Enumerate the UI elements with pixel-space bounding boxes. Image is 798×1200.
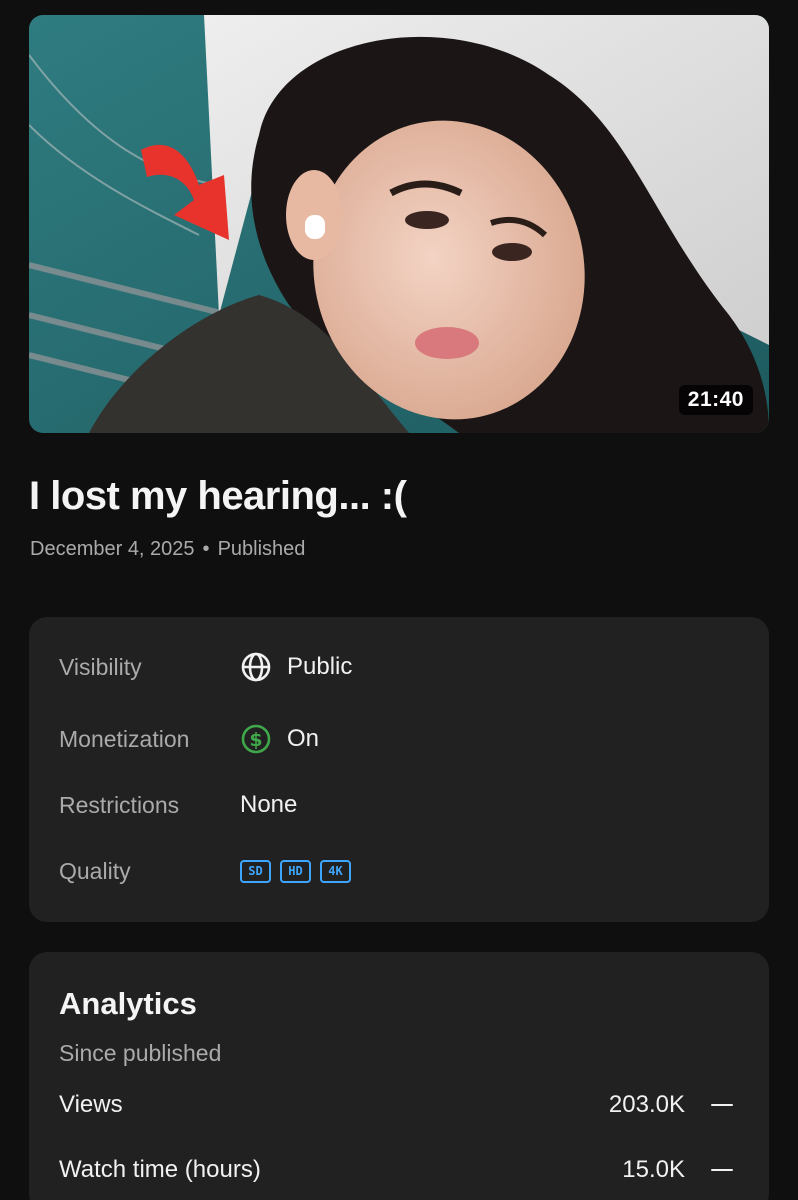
metric-name: Watch time (hours) bbox=[59, 1156, 261, 1183]
restrictions-row[interactable]: Restrictions None bbox=[59, 785, 739, 825]
metric-value: 15.0K bbox=[622, 1156, 685, 1183]
quality-badge-sd: SD bbox=[240, 859, 271, 883]
metric-row-watch-time[interactable]: Watch time (hours) 15.0K bbox=[59, 1152, 733, 1188]
visibility-value: Public bbox=[287, 653, 353, 680]
analytics-card[interactable]: Analytics Since published Views 203.0K W… bbox=[29, 952, 769, 1200]
monetization-row[interactable]: Monetization $ On bbox=[59, 719, 739, 759]
svg-text:$: $ bbox=[249, 729, 262, 751]
visibility-label: Visibility bbox=[59, 653, 142, 680]
visibility-row[interactable]: Visibility Public bbox=[59, 647, 739, 687]
metric-name: Views bbox=[59, 1091, 123, 1118]
duration-badge: 21:40 bbox=[678, 385, 753, 415]
quality-label: Quality bbox=[59, 857, 131, 884]
metric-row-views[interactable]: Views 203.0K bbox=[59, 1087, 733, 1123]
quality-badge-4k: 4K bbox=[320, 859, 351, 883]
restrictions-label: Restrictions bbox=[59, 791, 180, 818]
dollar-circle-icon: $ bbox=[240, 723, 272, 755]
quality-row[interactable]: Quality SD HD 4K bbox=[59, 851, 739, 891]
video-title: I lost my hearing... :( bbox=[29, 474, 407, 518]
publish-status: Published bbox=[217, 538, 306, 560]
video-thumbnail[interactable]: 21:40 bbox=[29, 15, 769, 433]
flat-trend-icon bbox=[711, 1103, 733, 1107]
analytics-title: Analytics bbox=[59, 986, 197, 1021]
monetization-value: On bbox=[287, 725, 320, 752]
globe-icon bbox=[240, 651, 272, 683]
thumbnail-image bbox=[29, 15, 769, 433]
publish-date: December 4, 2025 bbox=[30, 538, 195, 560]
video-details-card: Visibility Public Monetization $ On Rest… bbox=[29, 617, 769, 922]
video-meta: December 4, 2025 • Published bbox=[30, 538, 305, 561]
meta-separator: • bbox=[202, 538, 210, 560]
flat-trend-icon bbox=[711, 1168, 733, 1172]
video-details-page: 21:40 I lost my hearing... :( December 4… bbox=[0, 0, 798, 1200]
analytics-subtitle: Since published bbox=[59, 1040, 222, 1066]
restrictions-value: None bbox=[240, 791, 298, 818]
quality-badge-hd: HD bbox=[280, 859, 311, 883]
metric-value: 203.0K bbox=[608, 1091, 685, 1118]
monetization-label: Monetization bbox=[59, 725, 190, 752]
